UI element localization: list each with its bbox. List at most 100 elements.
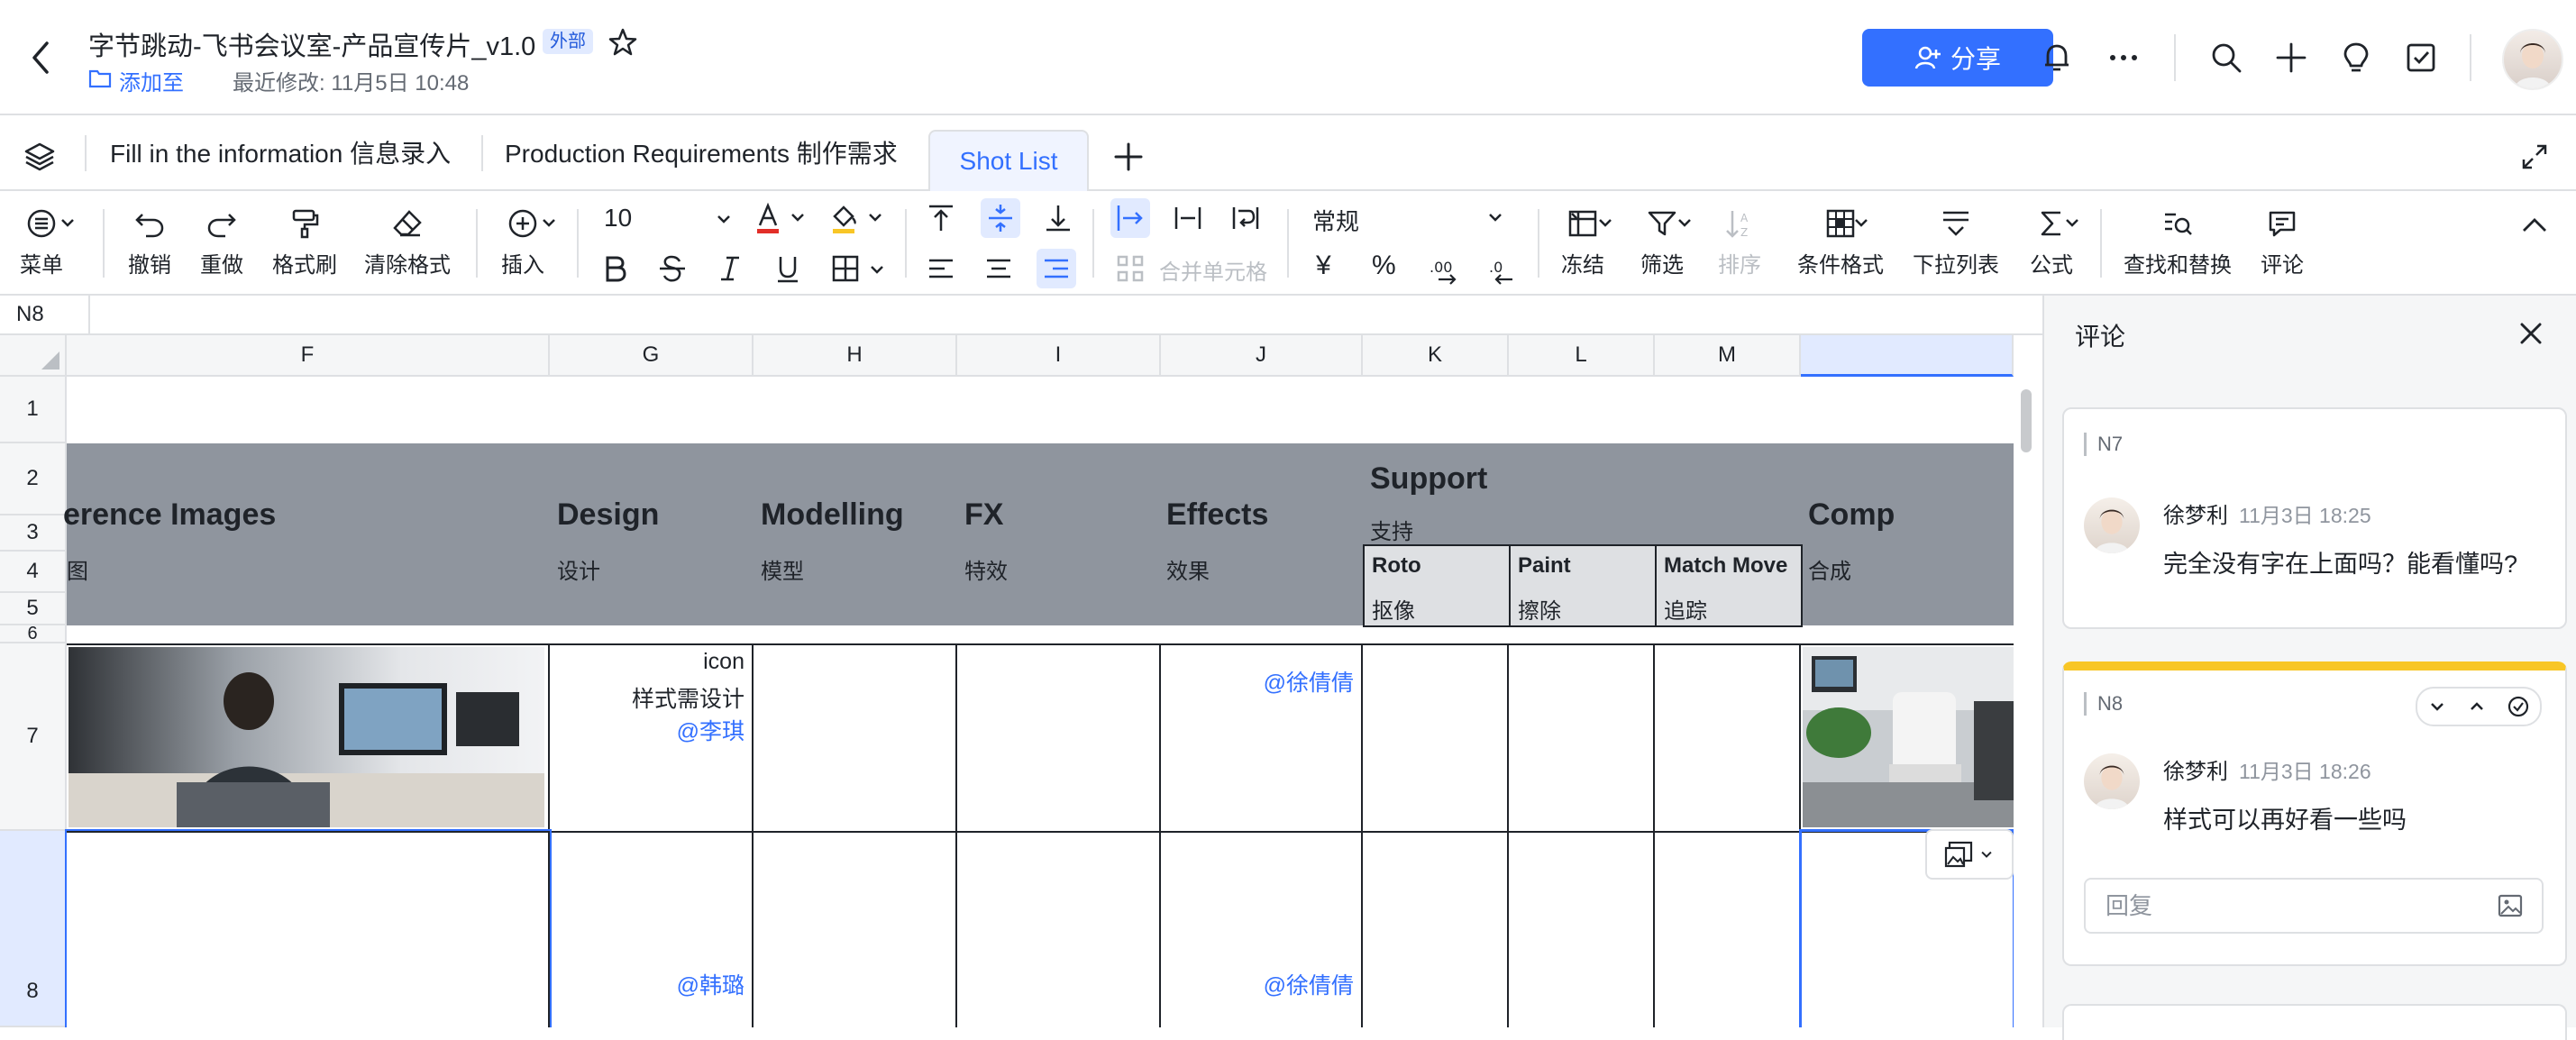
align-right-icon[interactable] <box>1040 252 1073 285</box>
add-to-link[interactable]: 添加至 <box>119 65 184 96</box>
comment-cell-tag[interactable]: N7 <box>2084 433 2123 456</box>
task-check-icon[interactable] <box>2403 40 2439 76</box>
chevron-down-icon[interactable] <box>1485 207 1505 227</box>
close-icon[interactable] <box>2517 319 2545 348</box>
comment-cell-tag[interactable]: N8 <box>2084 692 2123 716</box>
design-row7-line1[interactable]: icon <box>559 649 744 675</box>
chevron-down-icon[interactable] <box>1675 213 1694 233</box>
chevron-down-icon[interactable] <box>865 207 885 227</box>
comp-image-office-chairs[interactable] <box>1803 647 2014 827</box>
currency-format-button[interactable]: ¥ <box>1316 251 1331 281</box>
column-header-m[interactable]: M <box>1655 335 1801 377</box>
chevron-down-icon[interactable] <box>714 209 734 229</box>
effects-row7-mention[interactable]: @徐倩倩 <box>1168 665 1354 698</box>
font-size-select[interactable]: 10 <box>604 204 632 233</box>
design-row8-mention[interactable]: @韩璐 <box>559 968 744 1000</box>
row-header-8[interactable]: 8 <box>0 831 67 1027</box>
next-comment-icon[interactable] <box>2427 697 2447 716</box>
document-title[interactable]: 字节跳动-飞书会议室-产品宣传片_v1.0 <box>88 25 535 63</box>
select-all-corner[interactable] <box>0 335 67 377</box>
column-header-f[interactable]: F <box>67 335 550 377</box>
reply-input[interactable]: 回复 <box>2084 878 2544 934</box>
text-wrap-icon[interactable] <box>1229 202 1262 234</box>
number-format-select[interactable]: 常规 <box>1312 204 1359 237</box>
comment-button[interactable]: 评论 <box>2261 207 2304 278</box>
column-header-i[interactable]: I <box>957 335 1161 377</box>
undo-button[interactable]: 撤销 <box>128 207 171 278</box>
tab-fill-in-information[interactable]: Fill in the information 信息录入 <box>110 115 451 189</box>
text-overflow-icon[interactable] <box>1114 202 1146 234</box>
align-left-icon[interactable] <box>925 252 957 285</box>
chevron-down-icon[interactable] <box>788 207 808 227</box>
decrease-decimal-icon[interactable]: .0 <box>1485 252 1518 285</box>
bell-icon[interactable] <box>2039 40 2075 76</box>
lightbulb-icon[interactable] <box>2338 40 2374 76</box>
format-painter-button[interactable]: 格式刷 <box>272 207 337 278</box>
add-sheet-icon[interactable] <box>1112 141 1145 173</box>
row-header-7[interactable]: 7 <box>0 643 67 831</box>
search-icon[interactable] <box>2208 40 2244 76</box>
column-header-k[interactable]: K <box>1363 335 1509 377</box>
reference-image-office-worker[interactable] <box>69 647 544 827</box>
strikethrough-icon[interactable] <box>656 252 689 285</box>
redo-button[interactable]: 重做 <box>200 207 243 278</box>
chevron-down-icon[interactable] <box>539 213 559 233</box>
fill-color-icon[interactable] <box>827 202 860 234</box>
layers-icon[interactable] <box>23 141 56 173</box>
underline-icon[interactable] <box>772 252 804 285</box>
chevron-down-icon[interactable] <box>867 260 887 279</box>
column-header-g[interactable]: G <box>550 335 754 377</box>
row8-merged-cell[interactable] <box>65 829 552 1027</box>
previous-comment-icon[interactable] <box>2467 697 2487 716</box>
design-row7-line2[interactable]: 样式需设计 <box>559 681 744 714</box>
text-color-icon[interactable] <box>752 202 784 234</box>
cell-image-button[interactable] <box>1925 829 2014 880</box>
share-button[interactable]: 分享 <box>1862 29 2053 87</box>
chevron-down-icon[interactable] <box>58 213 78 233</box>
row-header-4[interactable]: 4 <box>0 552 67 593</box>
more-icon[interactable] <box>2106 40 2142 76</box>
align-bottom-icon[interactable] <box>1042 202 1074 234</box>
effects-row8-mention[interactable]: @徐倩倩 <box>1168 968 1354 1000</box>
insert-image-icon[interactable] <box>2497 892 2524 919</box>
row-header-6[interactable]: 6 <box>0 624 67 643</box>
align-middle-icon[interactable] <box>984 202 1017 234</box>
comment-thread-next[interactable] <box>2062 1004 2567 1040</box>
folder-icon[interactable] <box>88 68 112 88</box>
align-center-icon[interactable] <box>982 252 1015 285</box>
insert-button[interactable]: 插入 <box>501 207 544 278</box>
menu-button[interactable]: 菜单 <box>20 207 63 278</box>
text-clip-icon[interactable] <box>1172 202 1204 234</box>
formula-input[interactable] <box>72 296 2042 335</box>
star-icon[interactable] <box>607 27 638 58</box>
chevron-down-icon[interactable] <box>1595 213 1615 233</box>
row-header-5[interactable]: 5 <box>0 593 67 625</box>
spreadsheet-grid[interactable]: F G H I J K L M 1 2 3 4 5 6 7 8 erence I… <box>0 335 2014 1027</box>
clear-format-button[interactable]: 清除格式 <box>364 207 451 278</box>
collapse-toolbar-icon[interactable] <box>2518 209 2551 242</box>
resolve-check-icon[interactable] <box>2507 695 2530 718</box>
dropdown-list-button[interactable]: 下拉列表 <box>1913 207 1999 278</box>
column-header-j[interactable]: J <box>1161 335 1363 377</box>
increase-decimal-icon[interactable]: .00 <box>1428 252 1460 285</box>
italic-icon[interactable] <box>714 252 746 285</box>
back-arrow-icon[interactable] <box>27 40 56 76</box>
row-header-1[interactable]: 1 <box>0 377 67 443</box>
tab-shot-list[interactable]: Shot List <box>928 130 1089 191</box>
align-top-icon[interactable] <box>925 202 957 234</box>
row-header-2[interactable]: 2 <box>0 443 67 515</box>
column-header-n[interactable] <box>1801 335 2014 377</box>
sort-button[interactable]: AZ 排序 <box>1718 207 1761 278</box>
chevron-down-icon[interactable] <box>2062 213 2082 233</box>
vertical-scrollbar-thumb[interactable] <box>2021 389 2032 452</box>
column-header-l[interactable]: L <box>1509 335 1655 377</box>
chevron-down-icon[interactable] <box>1851 213 1871 233</box>
design-row7-mention[interactable]: @李琪 <box>559 714 744 746</box>
find-replace-button[interactable]: 查找和替换 <box>2124 207 2232 278</box>
borders-icon[interactable] <box>829 252 862 285</box>
fullscreen-icon[interactable] <box>2520 142 2549 171</box>
plus-icon[interactable] <box>2273 40 2309 76</box>
tab-production-requirements[interactable]: Production Requirements 制作需求 <box>505 115 898 189</box>
bold-icon[interactable] <box>598 252 631 285</box>
column-header-h[interactable]: H <box>754 335 957 377</box>
